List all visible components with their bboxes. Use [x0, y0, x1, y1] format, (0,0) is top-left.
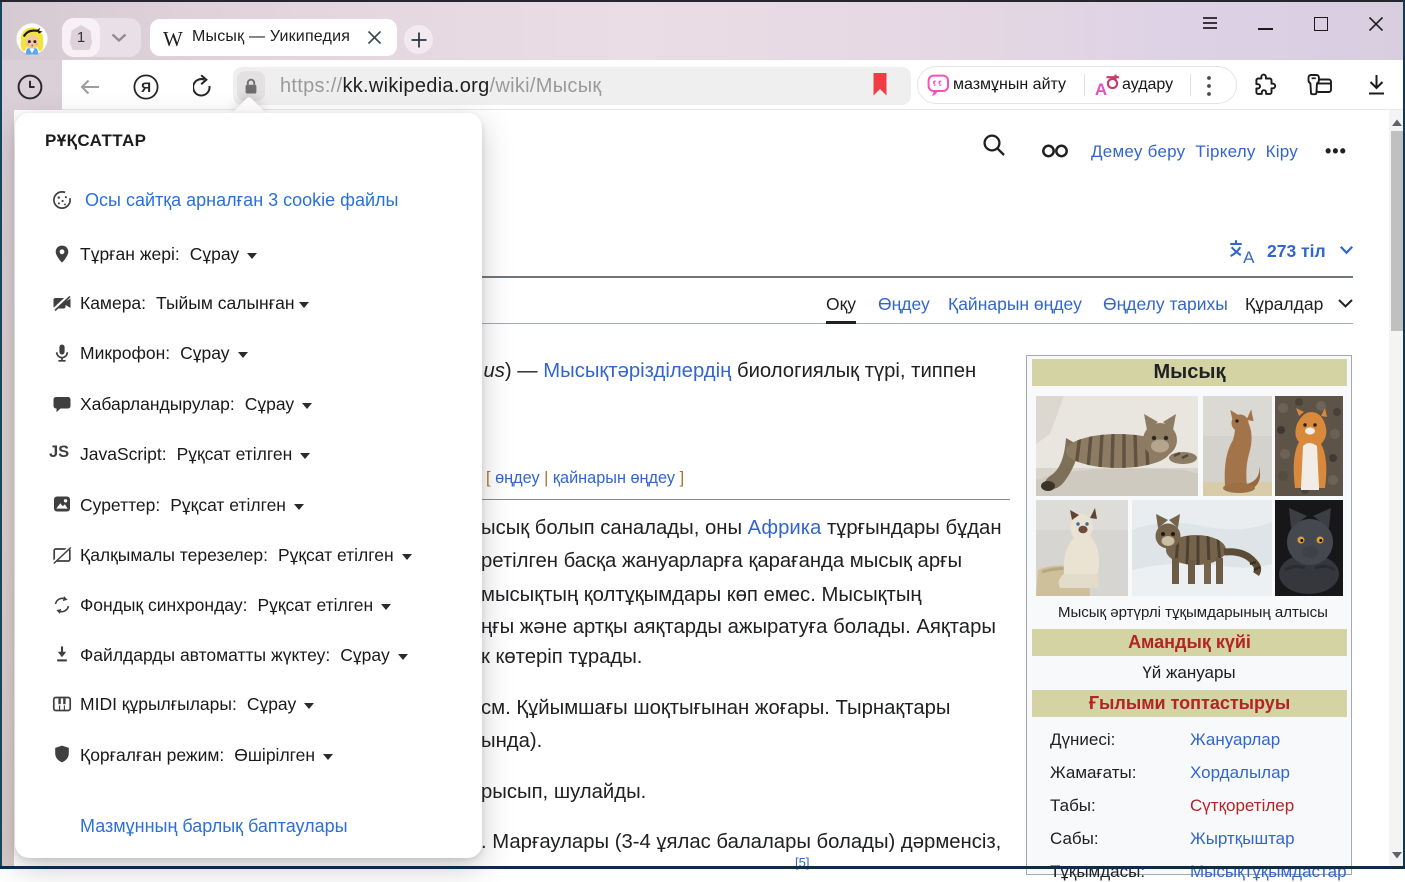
svg-text:A: A	[1095, 80, 1107, 99]
svg-text:Я: Я	[141, 79, 151, 95]
svg-text:A: A	[1243, 248, 1255, 264]
